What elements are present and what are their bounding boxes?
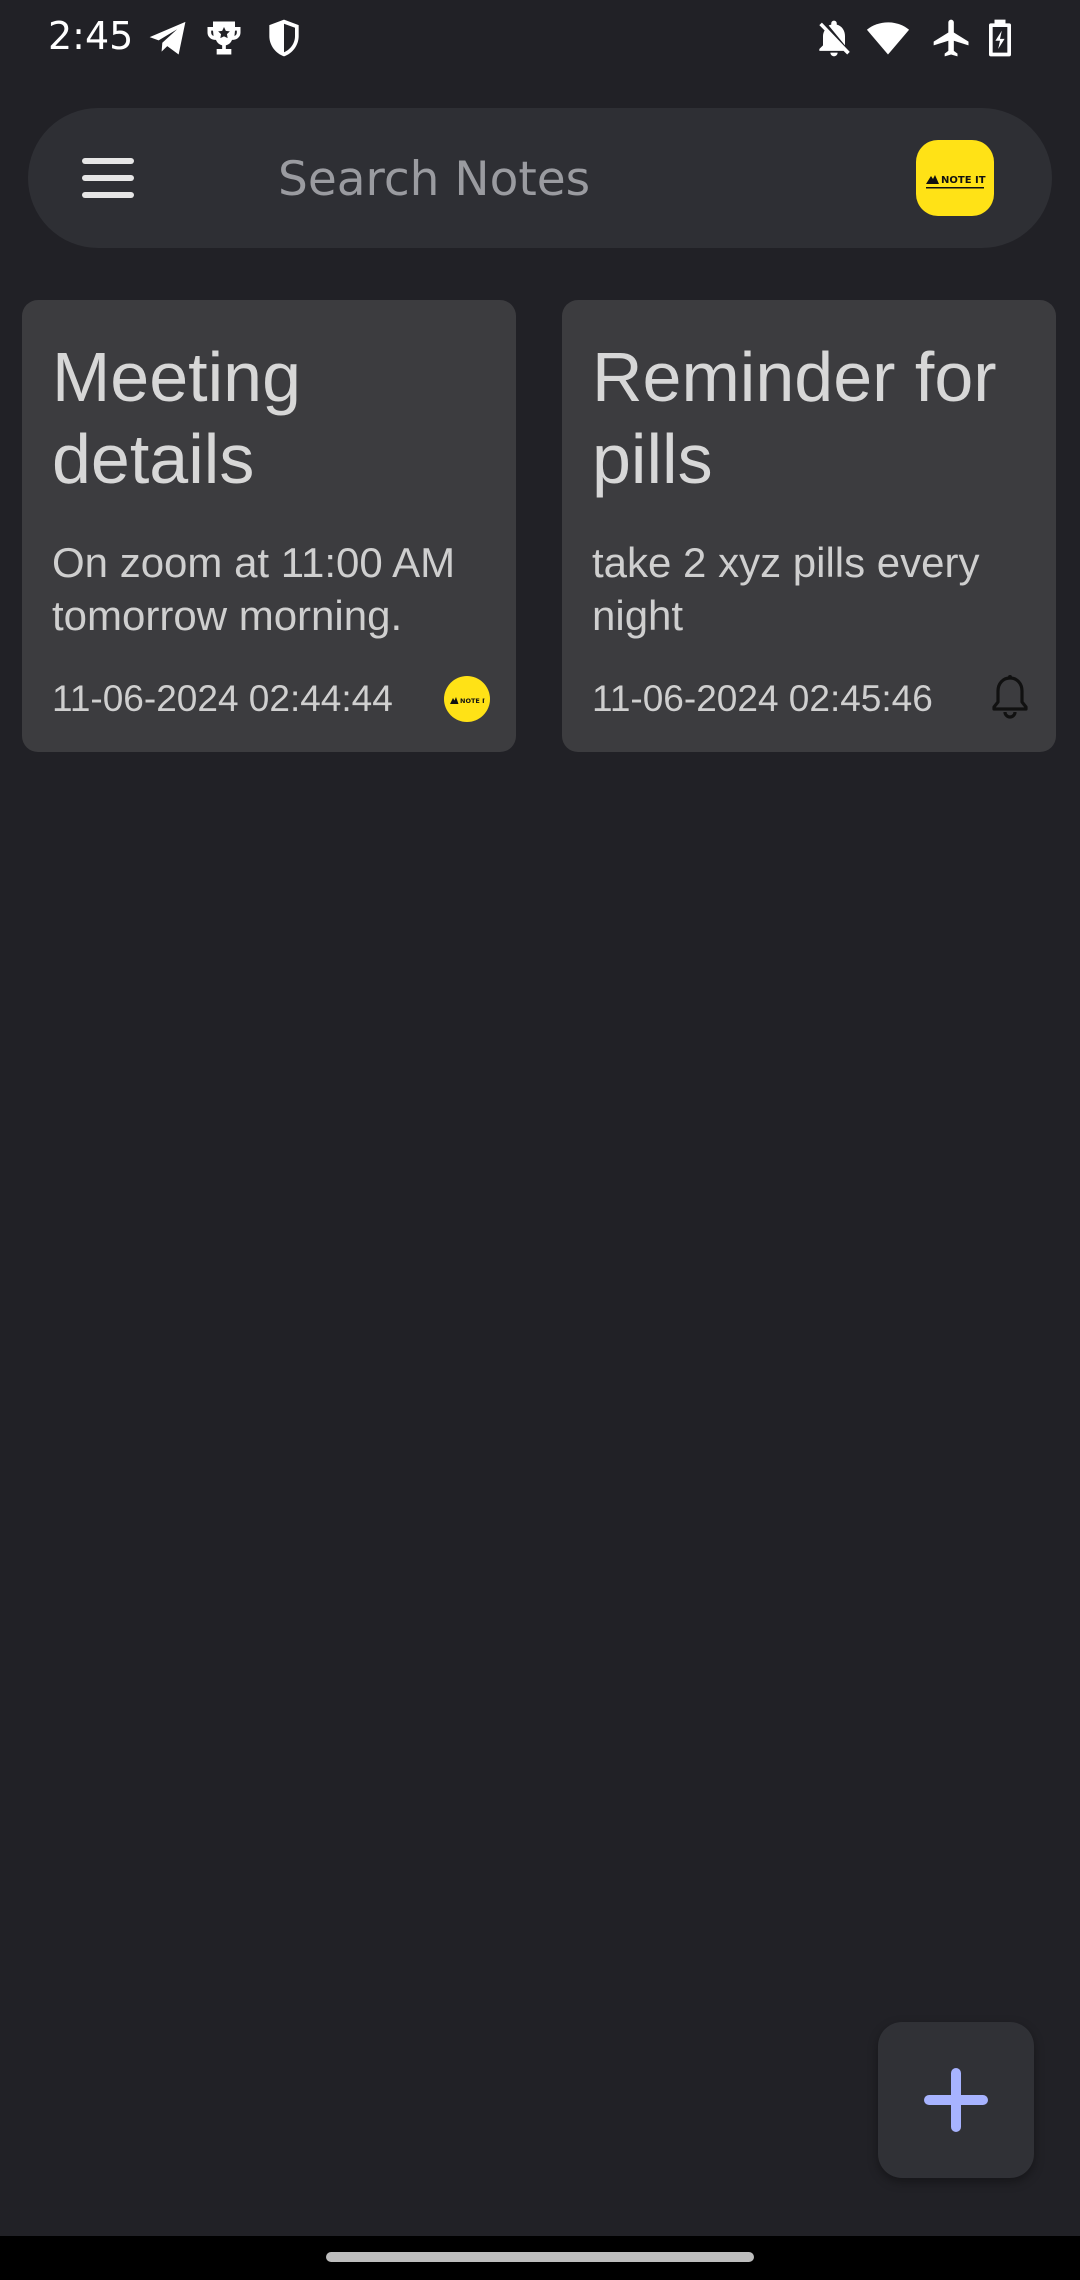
notifications-off-icon [812,16,856,60]
search-bar: NOTE IT [28,108,1052,248]
note-body: On zoom at 11:00 AM tomorrow morning. [52,539,456,639]
navigation-bar [0,2236,1080,2280]
note-title: Reminder for pills [592,338,997,498]
status-bar: 2:45 [0,0,1080,80]
svg-text:NOTE IT: NOTE IT [460,697,485,705]
hamburger-menu-icon[interactable] [80,152,136,204]
airplane-mode-icon [930,16,974,60]
trophy-icon [202,16,246,60]
note-it-logo-icon: NOTE IT [926,175,986,189]
wifi-icon [866,16,910,60]
note-it-logo-button[interactable]: NOTE IT [916,140,994,216]
telegram-icon [146,16,190,60]
note-timestamp: 11-06-2024 02:44:44 [52,678,393,719]
note-it-logo-icon: NOTE IT [444,676,490,722]
note-timestamp: 11-06-2024 02:45:46 [592,678,933,719]
shield-icon [262,16,306,60]
svg-text:NOTE IT: NOTE IT [941,175,986,186]
bell-icon [990,674,1030,720]
note-card-reminder-for-pills[interactable]: Reminder for pills take 2 xyz pills ever… [562,300,1056,752]
note-card-meeting-details[interactable]: Meeting details On zoom at 11:00 AM tomo… [22,300,516,752]
home-gesture-handle[interactable] [326,2252,754,2262]
status-time: 2:45 [48,14,134,58]
note-body: take 2 xyz pills every night [592,539,980,639]
battery-charging-icon [978,16,1022,60]
search-input[interactable] [276,138,880,220]
add-note-button[interactable] [878,2022,1034,2178]
plus-icon [924,2068,988,2132]
note-title: Meeting details [52,338,302,498]
